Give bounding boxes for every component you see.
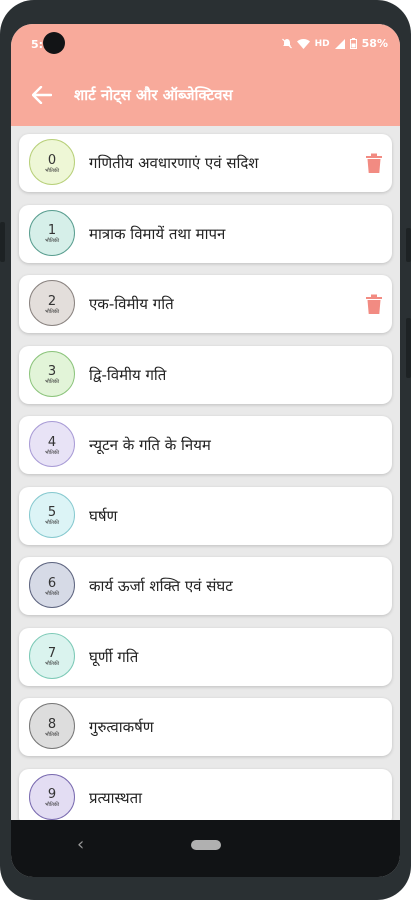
status-time: 5:: [31, 38, 44, 51]
page-title: शार्ट नोट्स और ऑब्जेक्टिवस: [74, 86, 233, 104]
subject-label: भौतिकी: [44, 379, 60, 385]
chapter-number-badge: 2 भौतिकी: [29, 280, 75, 326]
chapter-title: न्यूटन के गति के नियम: [89, 436, 211, 454]
subject-label: भौतिकी: [44, 167, 60, 174]
chapter-number: 0: [47, 152, 57, 168]
delete-icon: [366, 294, 382, 314]
chapter-card[interactable]: 5 भौतिकी घर्षण: [19, 486, 392, 545]
chapter-number-badge: 0 भौतिकी: [29, 139, 75, 185]
wifi-icon: [296, 38, 310, 49]
delete-button[interactable]: [366, 153, 382, 173]
subject-label: भौतिकी: [44, 590, 60, 597]
phone-side-button: [0, 222, 5, 262]
phone-frame: 5: HD 58% शार्ट नोट्स और ऑब्जेक्टिवस 0 भौ…: [0, 0, 411, 900]
chapter-title: गणितीय अवधारणाएं एवं सदिश: [89, 154, 259, 172]
chapter-number-badge: 4 भौतिकी: [29, 421, 75, 467]
chapter-card[interactable]: 1 भौतिकी मात्राक विमायें तथा मापन: [19, 204, 392, 263]
chapter-card[interactable]: 4 भौतिकी न्यूटन के गति के नियम: [19, 416, 392, 474]
phone-side-button: [406, 228, 411, 262]
chapter-number-badge: 1 भौतिकी: [29, 209, 75, 256]
chapter-card[interactable]: 7 भौतिकी घूर्णी गति: [19, 627, 392, 686]
status-bar: 5: HD 58%: [11, 24, 400, 64]
chapter-title: द्वि-विमीय गति: [89, 365, 167, 384]
arrow-back-icon: [32, 86, 52, 104]
chapter-number: 4: [47, 434, 57, 450]
chapter-number: 2: [47, 293, 57, 309]
chapter-number-badge: 9 भौतिकी: [29, 773, 75, 820]
chapter-title: घर्षण: [89, 506, 118, 525]
back-button[interactable]: [30, 83, 54, 107]
signal-icon: [334, 38, 345, 49]
delete-button[interactable]: [366, 294, 382, 314]
chapter-number-badge: 6 भौतिकी: [29, 562, 75, 608]
app-bar: शार्ट नोट्स और ऑब्जेक्टिवस: [11, 64, 400, 126]
chapter-number: 8: [47, 716, 57, 732]
subject-label: भौतिकी: [44, 308, 60, 315]
nav-back-icon[interactable]: ‹: [77, 834, 84, 855]
subject-label: भौतिकी: [44, 520, 60, 526]
status-icons: HD 58%: [281, 37, 388, 50]
battery-percent: 58%: [361, 37, 388, 50]
chapter-number: 9: [47, 787, 57, 802]
subject-label: भौतिकी: [44, 731, 60, 738]
chapter-number: 7: [47, 646, 57, 661]
chapter-list[interactable]: 0 भौतिकी गणितीय अवधारणाएं एवं सदिश 1 भौतिकी म…: [11, 126, 400, 820]
chapter-number: 6: [47, 575, 57, 591]
mute-icon: [281, 38, 292, 49]
front-camera: [43, 32, 65, 54]
chapter-number: 5: [47, 505, 57, 520]
battery-icon: [349, 38, 357, 49]
chapter-number-badge: 3 भौतिकी: [29, 350, 75, 397]
chapter-number: 3: [47, 364, 57, 379]
chapter-number: 1: [47, 223, 57, 238]
delete-icon: [366, 153, 382, 173]
subject-label: भौतिकी: [44, 661, 60, 667]
chapter-number-badge: 8 भौतिकी: [29, 703, 75, 749]
chapter-card[interactable]: 3 भौतिकी द्वि-विमीय गति: [19, 345, 392, 404]
phone-side-button: [406, 318, 411, 378]
chapter-title: प्रत्यास्थता: [89, 788, 143, 807]
chapter-number-badge: 7 भौतिकी: [29, 632, 75, 679]
subject-label: भौतिकी: [44, 449, 60, 456]
chapter-title: घूर्णी गति: [89, 647, 139, 666]
navigation-bar: ‹: [11, 820, 400, 877]
chapter-card[interactable]: 9 भौतिकी प्रत्यास्थता: [19, 768, 392, 820]
chapter-card[interactable]: 6 भौतिकी कार्य ऊर्जा शक्ति एवं संघट: [19, 557, 392, 615]
subject-label: भौतिकी: [44, 238, 60, 244]
chapter-number-badge: 5 भौतिकी: [29, 491, 75, 538]
chapter-title: एक-विमीय गति: [89, 295, 174, 313]
screen: 5: HD 58% शार्ट नोट्स और ऑब्जेक्टिवस 0 भौ…: [11, 24, 400, 877]
chapter-card[interactable]: 0 भौतिकी गणितीय अवधारणाएं एवं सदिश: [19, 134, 392, 192]
nav-home-pill[interactable]: [191, 840, 221, 850]
subject-label: भौतिकी: [44, 802, 60, 808]
chapter-title: मात्राक विमायें तथा मापन: [89, 224, 226, 243]
chapter-title: कार्य ऊर्जा शक्ति एवं संघट: [89, 577, 233, 595]
network-label: HD: [314, 38, 330, 49]
chapter-card[interactable]: 2 भौतिकी एक-विमीय गति: [19, 275, 392, 333]
chapter-card[interactable]: 8 भौतिकी गुरुत्वाकर्षण: [19, 698, 392, 756]
chapter-title: गुरुत्वाकर्षण: [89, 718, 154, 736]
